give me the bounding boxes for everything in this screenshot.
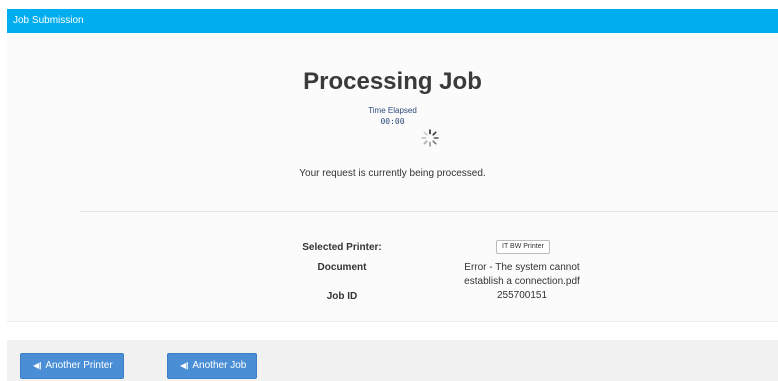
skip-back-icon: ◀| [33, 361, 42, 370]
document-name-line1: Error - The system cannot [464, 262, 580, 273]
time-elapsed-label: Time Elapsed [368, 106, 417, 115]
job-id-label: Job ID [326, 291, 358, 302]
skip-back-icon: ◀| [180, 361, 189, 370]
selected-printer-badge: IT BW Printer [496, 240, 550, 254]
footer-bar: ◀| Another Printer ◀| Another Job [7, 340, 778, 381]
window-title: Job Submission [13, 15, 84, 26]
time-elapsed-value: 00:00 [380, 117, 405, 126]
another-job-label: Another Job [192, 360, 247, 371]
window-title-bar: Job Submission [7, 9, 778, 33]
document-name-line2: establish a connection.pdf [464, 276, 580, 287]
document-label: Document [317, 262, 367, 273]
loading-spinner-icon [421, 129, 439, 147]
processing-panel: Processing Job Time Elapsed 00:00 Your r… [7, 33, 778, 322]
page-title: Processing Job [303, 68, 482, 95]
another-printer-button[interactable]: ◀| Another Printer [20, 353, 124, 379]
another-printer-label: Another Printer [45, 360, 113, 371]
job-id-value: 255700151 [496, 290, 548, 301]
selected-printer-label: Selected Printer: [302, 242, 382, 253]
section-divider [80, 211, 778, 212]
status-message: Your request is currently being processe… [299, 168, 486, 179]
another-job-button[interactable]: ◀| Another Job [167, 353, 257, 379]
